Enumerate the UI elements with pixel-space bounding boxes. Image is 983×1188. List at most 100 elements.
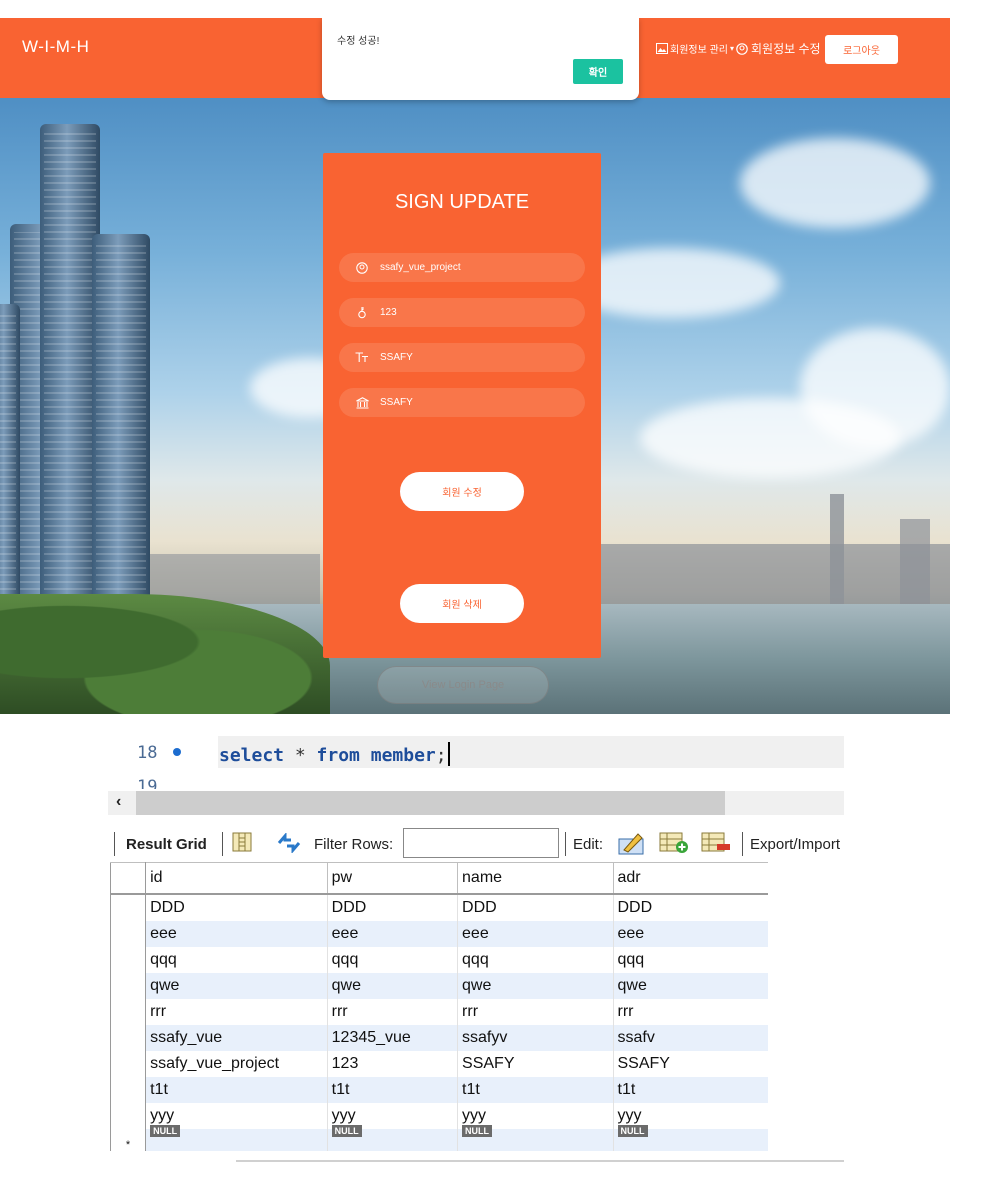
table-row[interactable]: rrr rrr rrr rrr [109, 999, 768, 1025]
password-field[interactable]: 123 [339, 298, 585, 327]
add-row-icon[interactable] [659, 832, 689, 858]
address-field-value: SSAFY [380, 397, 413, 408]
table-row[interactable]: eee eee eee eee [109, 921, 768, 947]
card-title: SIGN UPDATE [394, 191, 530, 213]
cell-id[interactable]: qqq [145, 947, 328, 973]
table-row[interactable]: yyy yyy yyy yyy [109, 1103, 768, 1129]
row-header-corner [109, 862, 147, 895]
null-badge: NULL [331, 1125, 362, 1137]
alert-confirm-button[interactable]: 확인 [573, 59, 623, 84]
scrollbar-thumb[interactable] [136, 791, 725, 815]
column-header-name[interactable]: name [457, 862, 613, 895]
horizontal-scrollbar[interactable]: ‹ [108, 791, 844, 815]
cell-id[interactable]: DDD [145, 894, 328, 921]
cell-pw[interactable]: NULL [326, 1125, 458, 1151]
cell-adr[interactable]: rrr [612, 999, 768, 1025]
cell-adr[interactable]: qqq [612, 947, 768, 973]
member-edit-label: 회원정보 수정 [751, 42, 821, 56]
result-toolbar: Result Grid Filter Rows: Edit: Export/Im… [108, 826, 844, 862]
refresh-icon[interactable] [276, 831, 302, 857]
cell-id[interactable]: ssafy_vue [145, 1025, 328, 1051]
cell-name[interactable]: eee [457, 921, 613, 947]
cell-id[interactable]: ssafy_vue_project [145, 1051, 328, 1077]
update-member-button[interactable]: 회원 수정 [400, 472, 524, 511]
cell-id[interactable]: rrr [145, 999, 328, 1025]
id-field[interactable]: ssafy_vue_project [339, 253, 585, 282]
cell-adr[interactable]: NULL [612, 1125, 768, 1151]
name-field[interactable]: SSAFY [339, 343, 585, 372]
filter-rows-label: Filter Rows: [314, 836, 394, 853]
result-grid-tab[interactable]: Result Grid [126, 836, 207, 853]
cell-adr[interactable]: eee [612, 921, 768, 947]
table-row[interactable]: qwe qwe qwe qwe [109, 973, 768, 999]
cell-adr[interactable]: t1t [612, 1077, 768, 1103]
view-login-page-button[interactable]: View Login Page [377, 666, 549, 704]
cell-pw[interactable]: qwe [326, 973, 458, 999]
cell-id[interactable]: eee [145, 921, 328, 947]
logout-button[interactable]: 로그아웃 [825, 35, 898, 64]
export-import-label[interactable]: Export/Import [750, 836, 844, 853]
cell-pw[interactable]: rrr [326, 999, 458, 1025]
cell-name[interactable]: rrr [457, 999, 613, 1025]
null-badge: NULL [462, 1125, 493, 1137]
cell-pw[interactable]: 12345_vue [326, 1025, 458, 1051]
new-row-marker: * [109, 1129, 147, 1151]
form-view-icon[interactable] [232, 832, 252, 856]
cell-name[interactable]: NULL [457, 1125, 613, 1151]
delete-member-button[interactable]: 회원 삭제 [400, 584, 524, 623]
name-field-value: SSAFY [380, 352, 413, 363]
text-icon [349, 352, 375, 363]
brand-logo-text[interactable]: W-I-M-H [22, 37, 89, 57]
delete-row-icon[interactable] [701, 832, 731, 858]
image-icon [656, 43, 668, 54]
table-row[interactable]: ssafy_vue_project 123 SSAFY SSAFY [109, 1051, 768, 1077]
password-field-value: 123 [380, 307, 397, 318]
cell-pw[interactable]: 123 [326, 1051, 458, 1077]
cell-id[interactable]: qwe [145, 973, 328, 999]
sql-statement[interactable]: select * from member; [219, 742, 450, 766]
cell-adr[interactable]: DDD [612, 894, 768, 921]
cell-name[interactable]: SSAFY [457, 1051, 613, 1077]
cell-adr[interactable]: ssafv [612, 1025, 768, 1051]
cell-pw[interactable]: t1t [326, 1077, 458, 1103]
statement-marker-icon [173, 748, 181, 756]
cell-pw[interactable]: eee [326, 921, 458, 947]
line-number: 18 [137, 743, 158, 763]
id-field-value: ssafy_vue_project [380, 262, 461, 273]
column-header-id[interactable]: id [145, 862, 328, 895]
null-badge: NULL [150, 1125, 181, 1137]
sql-editor-line[interactable]: 18 select * from member; [108, 736, 844, 768]
cell-name[interactable]: qqq [457, 947, 613, 973]
alert-message: 수정 성공! [337, 36, 380, 47]
user-circle-icon [349, 261, 375, 274]
cell-name[interactable]: t1t [457, 1077, 613, 1103]
null-badge: NULL [617, 1125, 648, 1137]
cell-id[interactable]: NULL [145, 1125, 328, 1151]
cell-adr[interactable]: qwe [612, 973, 768, 999]
cell-adr[interactable]: SSAFY [612, 1051, 768, 1077]
cell-pw[interactable]: DDD [326, 894, 458, 921]
address-field[interactable]: SSAFY [339, 388, 585, 417]
web-app-screenshot: W-I-M-H 회원정보 관리 ▾ 회원정보 수정 로그아웃 수정 성공! 확인… [0, 18, 950, 714]
result-grid-table: id pw name adr DDD DDD DDD DDD eee eee e… [109, 862, 768, 1151]
member-edit-link[interactable]: 회원정보 수정 [736, 40, 821, 57]
edit-row-icon[interactable] [618, 830, 646, 860]
cell-name[interactable]: qwe [457, 973, 613, 999]
cell-name[interactable]: DDD [457, 894, 613, 921]
table-row[interactable]: t1t t1t t1t t1t [109, 1077, 768, 1103]
grid-header-row: id pw name adr [109, 862, 768, 895]
member-manage-dropdown[interactable]: 회원정보 관리 ▾ [656, 41, 734, 56]
table-row[interactable]: DDD DDD DDD DDD [109, 894, 768, 921]
filter-rows-input[interactable] [403, 828, 559, 858]
table-row[interactable]: qqq qqq qqq qqq [109, 947, 768, 973]
bank-icon [349, 396, 375, 409]
cell-id[interactable]: t1t [145, 1077, 328, 1103]
new-row[interactable]: * NULL NULL NULL NULL [109, 1125, 768, 1151]
column-header-adr[interactable]: adr [612, 862, 768, 895]
sign-update-card: SIGN UPDATE ssafy_vue_project 123 SSAFY … [323, 153, 601, 658]
cell-pw[interactable]: qqq [326, 947, 458, 973]
column-header-pw[interactable]: pw [326, 862, 458, 895]
cell-name[interactable]: ssafyv [457, 1025, 613, 1051]
chevron-left-icon[interactable]: ‹ [116, 793, 121, 811]
table-row[interactable]: ssafy_vue 12345_vue ssafyv ssafv [109, 1025, 768, 1051]
